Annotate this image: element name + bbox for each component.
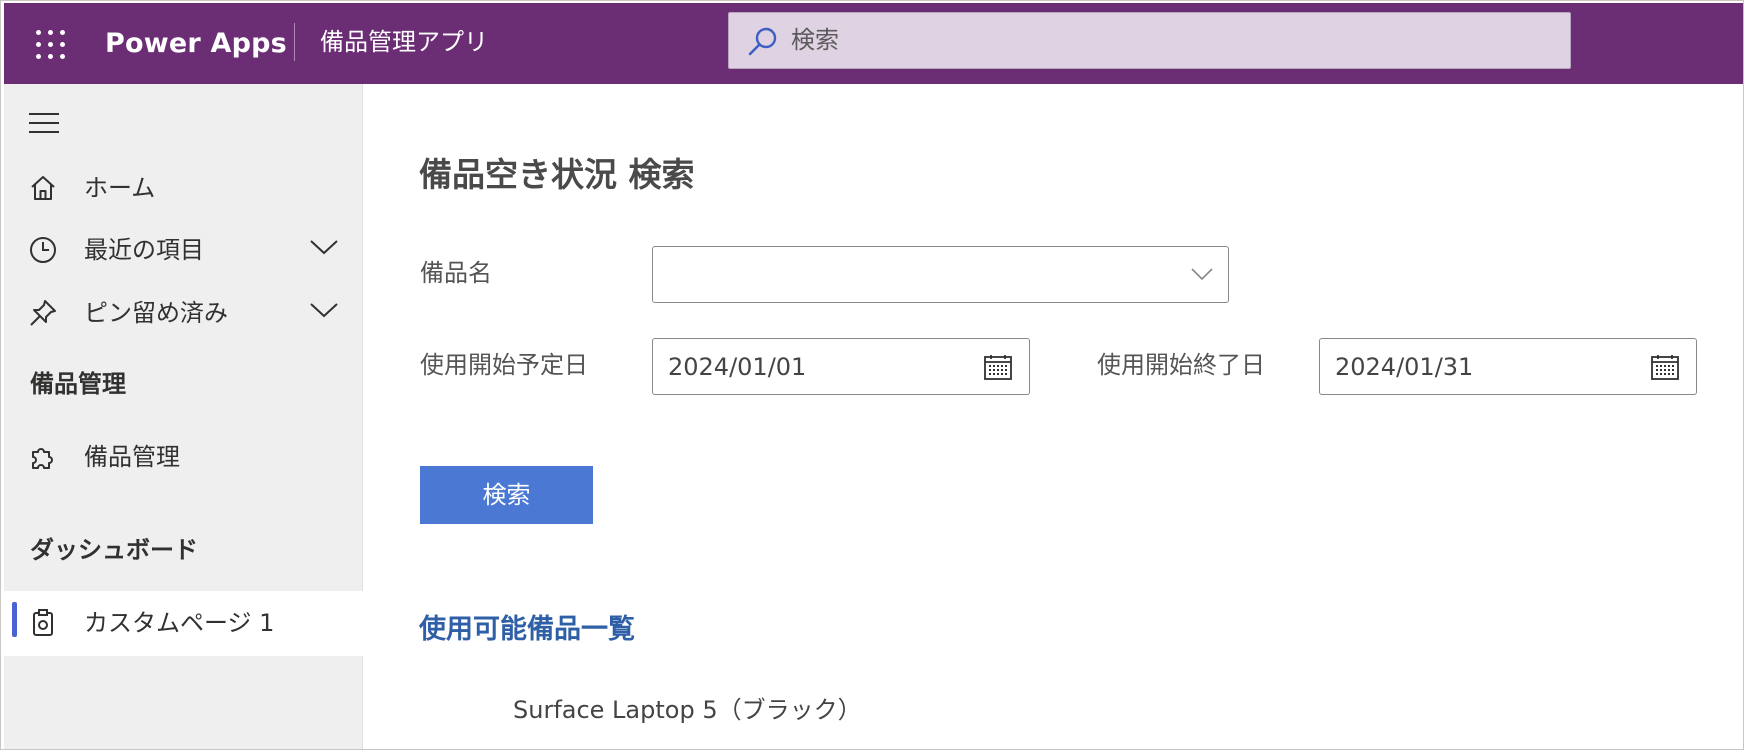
app-title: 備品管理アプリ [320,28,488,56]
chevron-down-icon[interactable] [309,237,339,257]
available-list-title: 使用可能備品一覧 [419,614,635,645]
global-search-input[interactable]: 検索 [728,12,1571,69]
sidebar-section-heading: ダッシュボード [30,536,198,564]
start-date-value: 2024/01/01 [668,353,807,381]
start-date-picker[interactable]: 2024/01/01 [652,338,1030,395]
chevron-down-icon [1191,268,1213,281]
selected-indicator [12,602,17,637]
sidebar-item-label: ピン留め済み [84,299,228,327]
sidebar-section-heading: 備品管理 [30,370,126,398]
sidebar-item-recent[interactable]: 最近の項目 [4,222,363,278]
header-divider [294,23,295,61]
end-date-picker[interactable]: 2024/01/31 [1319,338,1697,395]
app-launcher-icon[interactable] [36,30,66,60]
puzzle-icon [32,448,53,469]
sidebar-item-equipment[interactable]: 備品管理 [4,429,363,485]
start-date-label: 使用開始予定日 [420,351,588,379]
clock-icon [30,237,56,263]
top-bar: Power Apps 備品管理アプリ 検索 [4,3,1744,84]
hamburger-menu-icon[interactable] [29,113,59,135]
calendar-icon[interactable] [1651,354,1679,380]
search-placeholder: 検索 [791,26,839,54]
dashboard-page-icon [33,609,53,636]
chevron-down-icon[interactable] [309,300,339,320]
item-name-label: 備品名 [420,259,492,287]
end-date-label: 使用開始終了日 [1097,351,1265,379]
sidebar-item-pinned[interactable]: ピン留め済み [4,285,363,341]
sidebar-item-label: 最近の項目 [84,236,204,264]
sidebar-item-label: カスタムページ 1 [84,609,275,637]
item-name-dropdown[interactable] [652,246,1229,303]
search-button[interactable]: 検索 [420,466,593,524]
search-icon [748,27,777,56]
home-icon [31,176,55,200]
list-item[interactable]: Surface Laptop 5（ブラック） [513,693,862,727]
page-title: 備品空き状況 検索 [419,155,695,194]
main-content: 備品空き状況 検索 備品名 使用開始予定日 2024/01/01 使用開始終了日… [363,84,1744,749]
end-date-value: 2024/01/31 [1335,353,1474,381]
calendar-icon[interactable] [984,354,1012,380]
app-name[interactable]: Power Apps [105,23,287,65]
sidebar-item-home[interactable]: ホーム [4,160,363,216]
sidebar-item-label: 備品管理 [84,443,180,471]
sidebar-item-custom-page-1[interactable]: カスタムページ 1 [4,591,363,656]
sidebar-item-label: ホーム [84,174,156,202]
sidebar: ホーム 最近の項目 ピン留め済み 備品管理 備品管理 ダッシュボード カスタムペ… [4,84,363,749]
pin-icon [30,300,56,326]
